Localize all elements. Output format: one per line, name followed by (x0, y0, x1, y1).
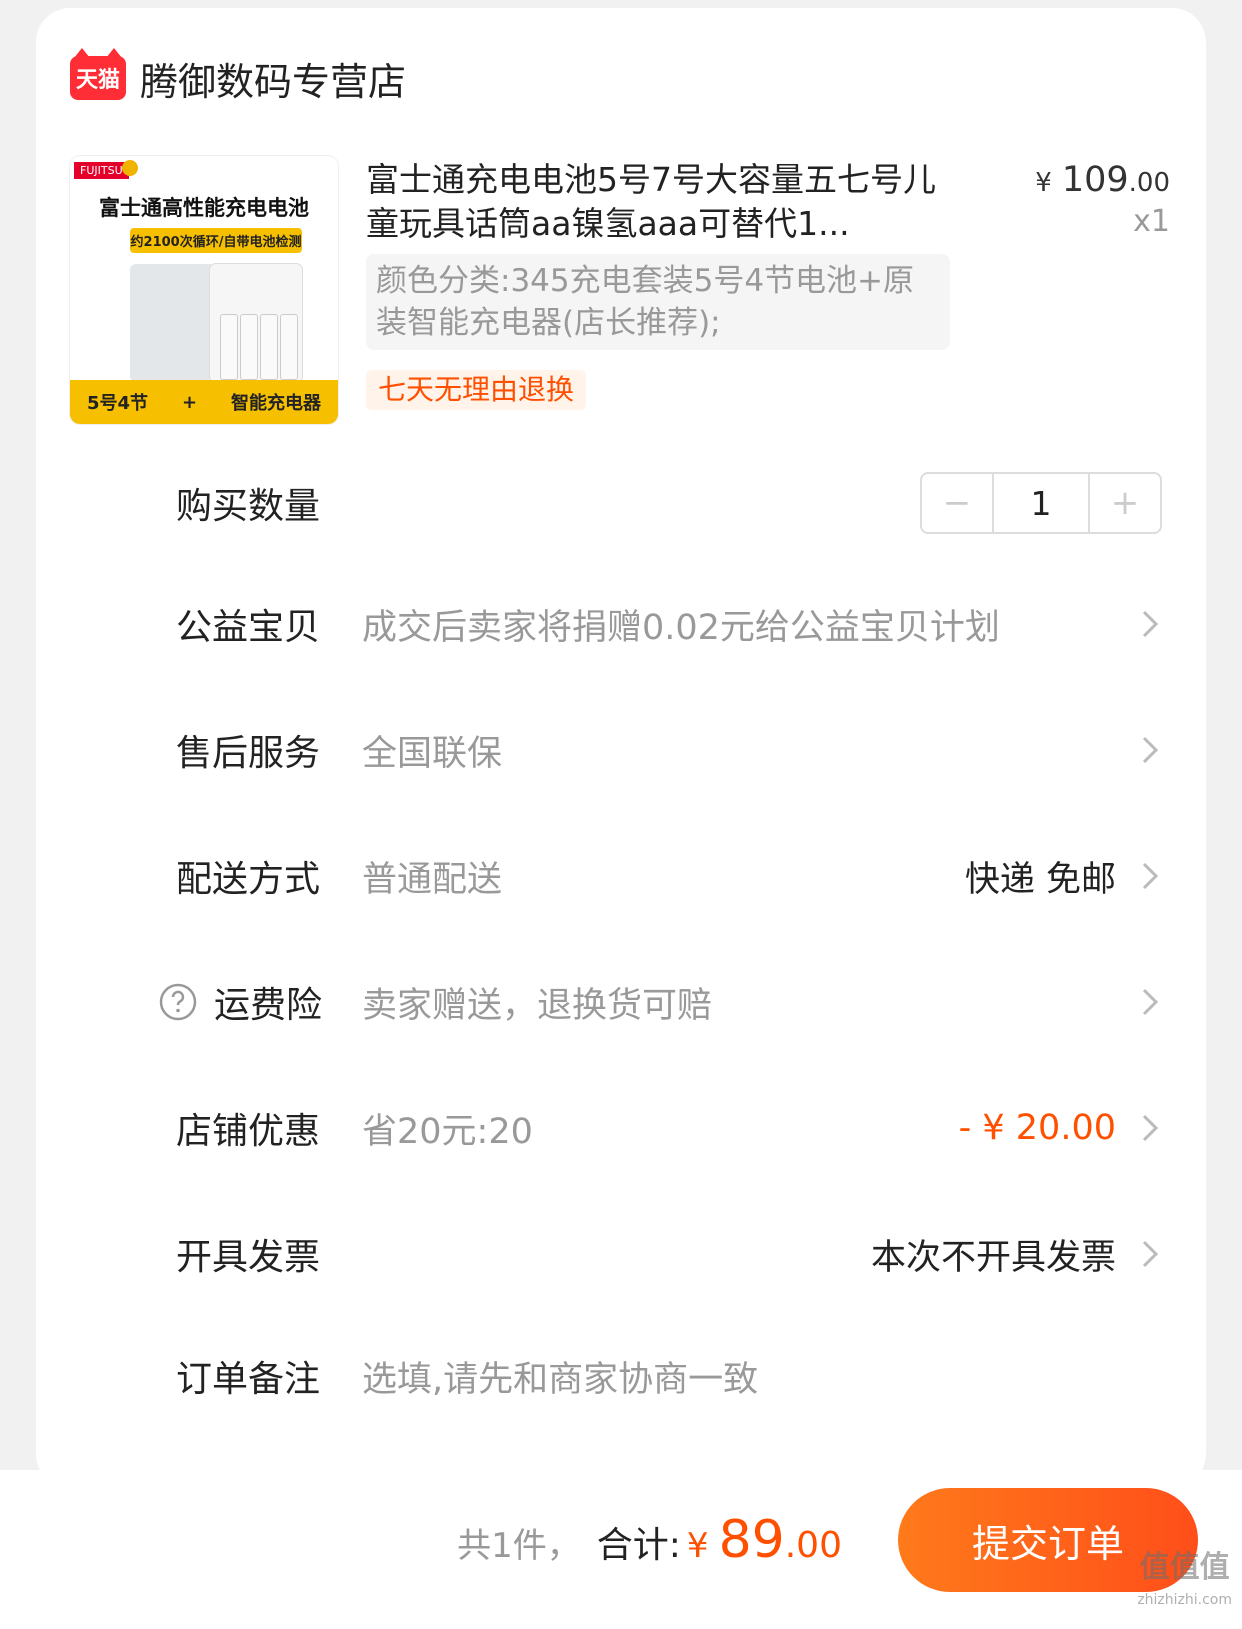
row-label: 购买数量 (176, 486, 321, 527)
increment-button[interactable]: + (1090, 474, 1160, 532)
total-label: 合计: (596, 1525, 681, 1566)
remark-input[interactable]: 选填,请先和商家协商一致 (362, 1351, 758, 1402)
row-shop-discount[interactable]: 店铺优惠 省20元:20 - ¥ 20.00 (36, 1088, 1206, 1168)
order-total: 共1件， 合计: ¥ 89 .00 (457, 1510, 842, 1570)
row-label: 运费险 (214, 985, 323, 1026)
row-value: 卖家赠送，退换货可赔 (362, 985, 713, 1026)
brand-logo: FUJITSU (74, 162, 129, 179)
watermark-logo: 值值值 (1139, 1550, 1230, 1585)
row-value: 成交后卖家将捐赠0.02元给公益宝贝计划 (362, 607, 1000, 648)
product-quantity: x1 (1133, 204, 1170, 239)
image-bottom-banner: 5号4节 + 智能充电器 (70, 380, 338, 424)
invoice-status: 本次不开具发票 (870, 1237, 1116, 1278)
battery-cell-graphic (260, 314, 278, 380)
order-card: 天猫 腾御数码专营店 FUJITSU 富士通高性能充电电池 约2100次循环/自… (36, 8, 1206, 1488)
quantity-stepper: − 1 + (920, 472, 1162, 534)
row-after-sales[interactable]: 售后服务 全国联保 (36, 710, 1206, 790)
chevron-right-icon (1142, 862, 1159, 890)
product-title[interactable]: 富士通充电电池5号7号大容量五七号儿童玩具话筒aa镍氢aaa可替代1... (366, 158, 956, 246)
row-shipping-insurance[interactable]: 运费险 卖家赠送，退换货可赔 (36, 962, 1206, 1042)
price-integer: 109 (1061, 160, 1129, 200)
product-image[interactable]: FUJITSU 富士通高性能充电电池 约2100次循环/自带电池检测 5号4节 … (70, 156, 338, 424)
item-count: 共1件， (457, 1526, 581, 1566)
row-remark: 订单备注 选填,请先和商家协商一致 (36, 1336, 1206, 1416)
total-amount: 89 (718, 1510, 785, 1570)
help-icon[interactable] (158, 982, 198, 1022)
row-label: 店铺优惠 (176, 1111, 321, 1152)
image-headline: 富士通高性能充电电池 (99, 196, 309, 220)
row-value: 普通配送 (362, 859, 503, 900)
tmall-logo: 天猫 (70, 48, 126, 100)
image-subline: 约2100次循环/自带电池检测 (130, 228, 302, 253)
row-delivery[interactable]: 配送方式 普通配送 快递 免邮 (36, 836, 1206, 916)
row-label: 配送方式 (176, 859, 321, 900)
total-currency: ¥ (686, 1526, 709, 1566)
row-value: 省20元:20 (362, 1111, 533, 1152)
seal-icon (122, 160, 138, 176)
decrement-button[interactable]: − (922, 474, 992, 532)
row-label: 订单备注 (176, 1359, 321, 1400)
image-plus: + (181, 391, 198, 413)
image-bottom-right: 智能充电器 (231, 393, 321, 414)
image-bottom-left: 5号4节 (86, 393, 149, 414)
chevron-right-icon (1142, 736, 1159, 764)
product-price: ¥109.00 (1035, 160, 1170, 200)
total-decimal: .00 (784, 1525, 842, 1566)
row-label: 售后服务 (176, 733, 321, 774)
chevron-right-icon (1142, 610, 1159, 638)
battery-cell-graphic (220, 314, 238, 380)
delivery-option: 快递 免邮 (964, 859, 1116, 900)
sku-selector[interactable]: 颜色分类:345充电套装5号4节电池+原装智能充电器(店长推荐); (366, 254, 950, 350)
row-label: 开具发票 (176, 1237, 321, 1278)
battery-cell-graphic (280, 314, 298, 380)
battery-cell-graphic (240, 314, 258, 380)
price-decimal: .00 (1128, 168, 1170, 198)
row-label: 公益宝贝 (176, 607, 321, 648)
discount-amount: - ¥ 20.00 (958, 1108, 1116, 1148)
quantity-input[interactable]: 1 (992, 474, 1090, 532)
row-charity[interactable]: 公益宝贝 成交后卖家将捐赠0.02元给公益宝贝计划 (36, 584, 1206, 664)
shop-header[interactable]: 天猫 腾御数码专营店 (70, 48, 406, 108)
row-quantity: 购买数量 − 1 + (36, 463, 1206, 543)
chevron-right-icon (1142, 1114, 1159, 1142)
row-invoice[interactable]: 开具发票 本次不开具发票 (36, 1214, 1206, 1294)
checkout-bar: 共1件， 合计: ¥ 89 .00 提交订单 值值值 zhizhizhi.com (0, 1470, 1242, 1629)
row-value: 全国联保 (362, 733, 503, 774)
return-policy-tag: 七天无理由退换 (366, 370, 587, 410)
price-currency: ¥ (1035, 168, 1052, 198)
watermark-url: zhizhizhi.com (1137, 1592, 1232, 1608)
shop-name[interactable]: 腾御数码专营店 (140, 51, 406, 106)
chevron-right-icon (1142, 988, 1159, 1016)
chevron-right-icon (1142, 1240, 1159, 1268)
battery-pack-graphic (130, 264, 216, 382)
watermark: 值值值 zhizhizhi.com (1137, 1552, 1232, 1616)
